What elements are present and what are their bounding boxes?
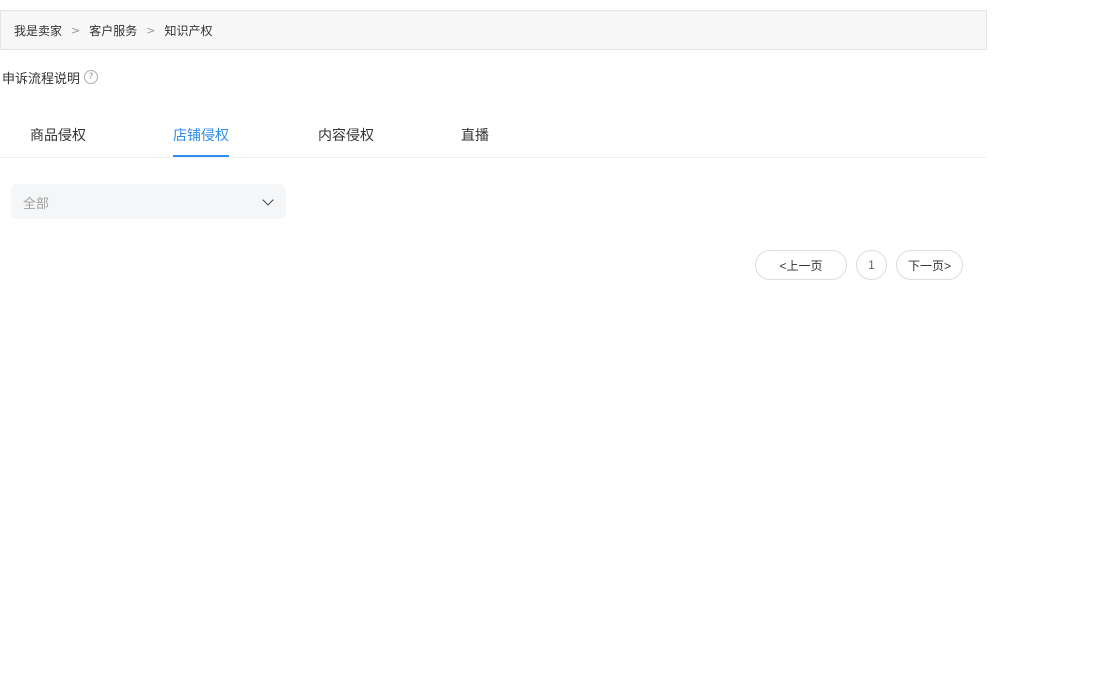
- appeal-process-help: 申诉流程说明 ?: [2, 67, 99, 87]
- question-circle-icon[interactable]: ?: [84, 70, 99, 84]
- tab-bar: 商品侵权 店铺侵权 内容侵权 直播: [0, 113, 986, 158]
- breadcrumb-item-ip: 知识产权: [164, 23, 213, 38]
- filter-select-value: 全部: [23, 197, 50, 212]
- filter-select[interactable]: 全部: [11, 184, 286, 219]
- page-number-button[interactable]: 1: [856, 250, 887, 280]
- tab-content-infringement[interactable]: 内容侵权: [318, 125, 374, 157]
- appeal-process-label: 申诉流程说明: [2, 71, 81, 87]
- breadcrumb: 我是卖家 > 客户服务 > 知识产权: [0, 10, 987, 50]
- breadcrumb-separator: >: [71, 23, 81, 37]
- chevron-down-icon: [262, 194, 274, 206]
- breadcrumb-item-seller[interactable]: 我是卖家: [14, 22, 62, 39]
- breadcrumb-item-customer-service[interactable]: 客户服务: [89, 22, 137, 39]
- next-page-button[interactable]: 下一页>: [896, 250, 963, 280]
- tab-live-stream[interactable]: 直播: [461, 125, 489, 157]
- prev-page-button[interactable]: <上一页: [755, 250, 847, 280]
- tab-product-infringement[interactable]: 商品侵权: [30, 125, 86, 157]
- breadcrumb-separator: >: [146, 23, 156, 37]
- tab-store-infringement[interactable]: 店铺侵权: [173, 125, 229, 157]
